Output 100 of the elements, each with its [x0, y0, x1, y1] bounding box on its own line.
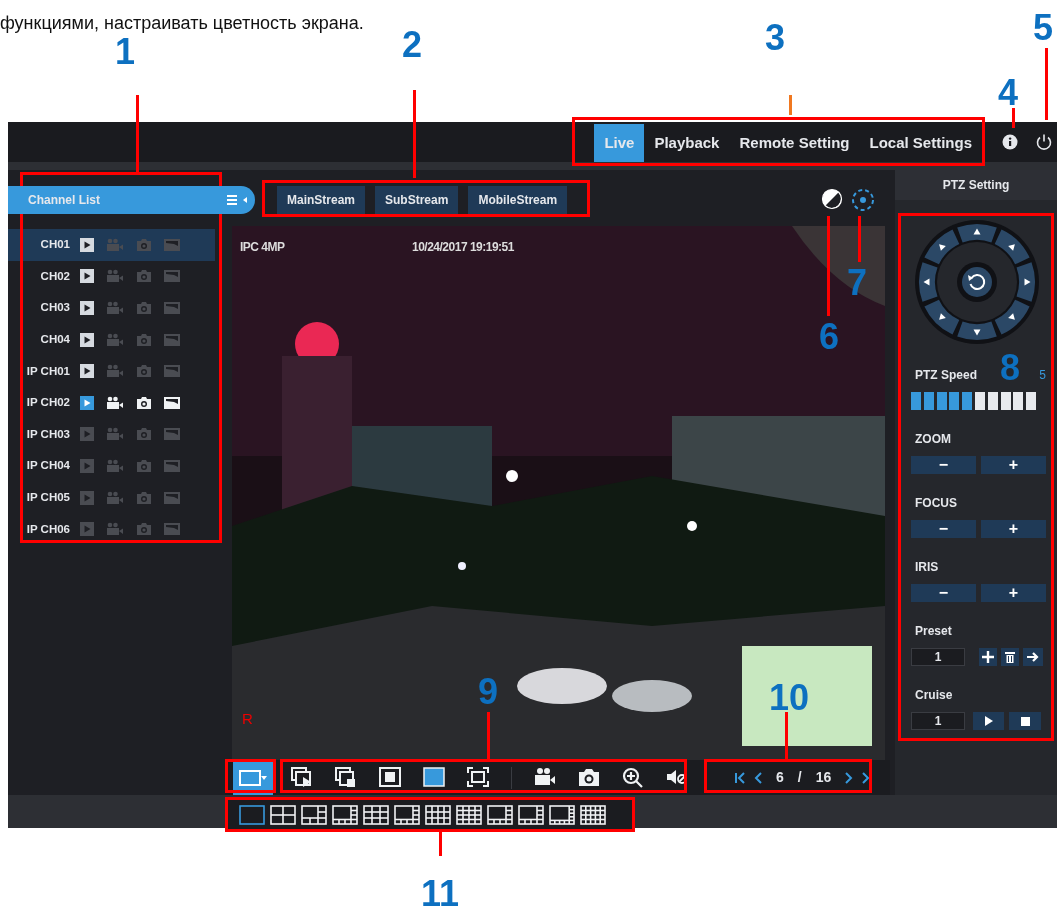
trash-icon[interactable]	[1005, 651, 1015, 663]
dial-icon[interactable]	[851, 188, 875, 212]
control-label: ZOOM	[915, 431, 952, 448]
callout-number: 7	[847, 265, 867, 301]
fullscreen-icon[interactable]	[467, 767, 489, 788]
delete-preset-button[interactable]	[1001, 648, 1019, 666]
direction-button[interactable]	[918, 262, 937, 302]
picture-in-picture-icon[interactable]	[335, 767, 357, 788]
channel-name: IP CH01	[25, 363, 71, 379]
single-view-icon[interactable]	[239, 769, 261, 786]
play-icon[interactable]	[80, 332, 94, 347]
nav-tab[interactable]: Playback	[644, 124, 730, 162]
minus-button[interactable]: −	[911, 520, 976, 538]
channel-row[interactable]: IP CH02	[8, 386, 215, 419]
plus-button[interactable]: +	[981, 520, 1046, 538]
camera-name: IPC 4MP	[240, 239, 285, 256]
zoom-icon[interactable]	[622, 767, 644, 788]
channel-row[interactable]: CH02	[8, 260, 215, 293]
go-to-preset-button[interactable]	[1023, 648, 1043, 666]
speed-slider[interactable]	[911, 392, 1039, 410]
stream-button[interactable]: MainStream	[277, 186, 366, 214]
page-separator: /	[797, 768, 802, 787]
direction-button[interactable]	[1016, 262, 1035, 302]
channel-name: IP CH06	[25, 521, 71, 537]
play-icon[interactable]	[80, 364, 94, 379]
plus-button[interactable]: +	[981, 456, 1046, 474]
current-page: 6	[776, 768, 784, 787]
callout-number: 10	[769, 680, 809, 716]
direction-button[interactable]	[956, 224, 997, 243]
channel-list-title: Channel List	[28, 192, 100, 209]
highlight-frame	[225, 759, 276, 793]
minus-button[interactable]: −	[911, 584, 976, 602]
play-icon[interactable]	[80, 237, 94, 252]
original-size-icon[interactable]	[423, 767, 445, 788]
info-icon[interactable]	[1002, 134, 1018, 150]
callout-number: 11	[420, 876, 460, 912]
leader-line	[789, 95, 792, 115]
cruise-field[interactable]: 1	[911, 712, 965, 730]
play-cruise-button[interactable]	[973, 712, 1004, 730]
channel-name: IP CH05	[25, 489, 71, 505]
video-camera-icon[interactable]	[106, 395, 124, 410]
picture-icon[interactable]	[164, 395, 180, 410]
timestamp: 10/24/2017 19:19:51	[412, 239, 514, 256]
channel-name: CH04	[39, 331, 71, 347]
first-page-icon[interactable]	[734, 771, 746, 784]
play-icon[interactable]	[80, 395, 94, 410]
speed-value: 5	[1039, 367, 1046, 384]
callout-number: 1	[115, 34, 135, 70]
sequence-play-icon[interactable]	[291, 767, 313, 788]
channel-row[interactable]: IP CH01	[8, 355, 215, 387]
leader-line	[439, 832, 442, 856]
channel-name: CH03	[39, 300, 71, 316]
channel-name: IP CH03	[25, 426, 71, 442]
channel-row[interactable]: CH03	[8, 292, 215, 324]
panel-title: PTZ Setting	[895, 170, 1057, 200]
preset-field[interactable]: 1	[911, 648, 965, 666]
cruise-label: Cruise	[915, 687, 954, 704]
menu-icon[interactable]	[227, 194, 249, 206]
stop-icon[interactable]	[1020, 716, 1030, 726]
callout-number: 8	[1000, 350, 1020, 386]
channel-row[interactable]: CH04	[8, 323, 215, 356]
stream-button[interactable]: SubStream	[375, 186, 459, 214]
callout-number: 3	[765, 20, 785, 56]
callout-number: 2	[402, 27, 422, 63]
channel-name: IP CH02	[25, 395, 71, 411]
play-icon[interactable]	[80, 269, 94, 284]
caret-icon[interactable]	[261, 775, 267, 780]
nav-tab[interactable]: Remote Setting	[729, 124, 860, 162]
minus-button[interactable]: −	[911, 456, 976, 474]
record-icon[interactable]	[534, 767, 556, 788]
channel-name: CH02	[39, 268, 71, 284]
leader-line	[858, 216, 861, 262]
channel-row[interactable]: CH01	[8, 229, 215, 261]
next-page-icon[interactable]	[845, 771, 854, 784]
stop-cruise-button[interactable]	[1009, 712, 1041, 730]
aspect-ratio-icon[interactable]	[379, 767, 401, 788]
total-pages: 16	[815, 768, 832, 787]
previous-page-icon[interactable]	[754, 771, 762, 784]
ptz-direction-wheel[interactable]	[914, 220, 1039, 344]
leader-line	[785, 712, 788, 759]
camera-icon[interactable]	[136, 395, 152, 410]
caption-text: функциями, настраивать цветность экрана.	[0, 14, 364, 32]
contrast-icon[interactable]	[821, 188, 843, 210]
plus-button[interactable]: +	[981, 584, 1046, 602]
preset-label: Preset	[915, 623, 953, 640]
callout-number: 4	[998, 75, 1018, 111]
channel-name: CH01	[39, 237, 71, 253]
reset-button[interactable]	[956, 262, 997, 302]
nav-tab[interactable]: Local Settings	[859, 124, 982, 162]
power-icon[interactable]	[1035, 133, 1053, 151]
stream-button[interactable]: MobileStream	[468, 186, 568, 214]
leader-line	[487, 712, 490, 759]
callout-number: 5	[1033, 10, 1053, 46]
arrow-icon[interactable]	[1027, 651, 1039, 663]
snapshot-icon[interactable]	[578, 767, 600, 788]
direction-button[interactable]	[956, 321, 997, 340]
callout-number: 6	[819, 319, 839, 355]
play-icon[interactable]	[983, 716, 994, 726]
callout-number: 9	[478, 674, 498, 710]
play-icon[interactable]	[80, 301, 94, 315]
